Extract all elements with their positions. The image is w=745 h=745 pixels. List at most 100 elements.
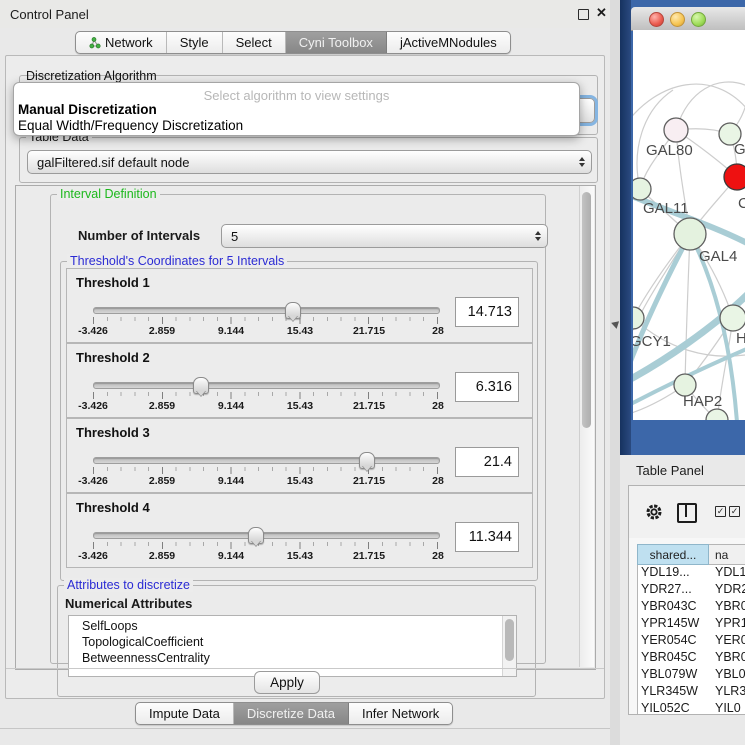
node	[706, 409, 728, 420]
node-label-gal11: GAL11	[643, 200, 689, 217]
threshold-1-slider[interactable]: -3.426 2.859 9.144 15.43 21.715 28	[93, 269, 438, 339]
threshold-row-1: Threshold 1 -3.426 2.859 9.144 15.43 21.…	[66, 268, 533, 343]
threshold-4-slider[interactable]: -3.426 2.859 9.144 15.43 21.715 28	[93, 494, 438, 564]
table-data-group: Table Data galFiltered.sif default node	[19, 137, 598, 183]
thresholds-group: Threshold's Coordinates for 5 Intervals …	[60, 261, 538, 581]
scrollbar-thumb[interactable]	[582, 192, 591, 428]
slider-ticks	[93, 542, 439, 549]
list-item[interactable]: TopologicalCoefficient	[82, 635, 203, 649]
algorithm-dropdown-popup: Select algorithm to view settings Manual…	[13, 82, 580, 136]
table-panel-inner: ✓ ✓ shared... na YDL19...YDL1 YDR27...YD…	[628, 485, 745, 715]
node-label-gal80: GAL80	[646, 142, 693, 159]
tab-network[interactable]: Network	[76, 32, 167, 53]
tab-cyni-toolbox[interactable]: Cyni Toolbox	[286, 32, 387, 53]
discretization-algorithm-label: Discretization Algorithm	[26, 69, 157, 83]
threshold-row-4: Threshold 4 -3.426 2.859 9.144 15.43 21.…	[66, 493, 533, 568]
node-gal4	[674, 218, 706, 250]
threshold-3-slider[interactable]: -3.426 2.859 9.144 15.43 21.715 28	[93, 419, 438, 489]
close-icon[interactable]: ✕	[596, 5, 607, 21]
table-row[interactable]: YIL052CYIL0	[638, 701, 745, 715]
close-light-icon[interactable]	[649, 12, 664, 27]
table-row[interactable]: YBR045CYBR0	[638, 650, 745, 667]
slider-track[interactable]	[93, 382, 440, 389]
slider-tick-labels: -3.426 2.859 9.144 15.43 21.715 28	[93, 475, 438, 487]
tab-impute-data[interactable]: Impute Data	[136, 703, 234, 724]
slider-tick-labels: -3.426 2.859 9.144 15.43 21.715 28	[93, 400, 438, 412]
node-label-gcy1: GCY1	[633, 333, 671, 350]
list-scrollbar[interactable]	[502, 616, 516, 676]
slider-ticks	[93, 392, 439, 399]
float-window-icon[interactable]	[578, 9, 589, 20]
dropdown-option-equal-width-frequency[interactable]: Equal Width/Frequency Discretization	[18, 118, 243, 133]
checkbox-icon[interactable]: ✓	[729, 506, 740, 517]
table-data-combobox[interactable]: galFiltered.sif default node	[27, 150, 592, 174]
tab-style[interactable]: Style	[167, 32, 223, 53]
gear-icon[interactable]	[645, 503, 663, 521]
tab-infer-network[interactable]: Infer Network	[349, 703, 452, 724]
slider-thumb[interactable]	[285, 302, 301, 319]
apply-button[interactable]: Apply	[254, 671, 320, 694]
slider-track[interactable]	[93, 307, 440, 314]
table-panel: Table Panel ✓ ✓ shared... na YDL19...YDL…	[620, 455, 745, 745]
slider-ticks	[93, 467, 439, 474]
node-label-hap2: HAP2	[683, 393, 722, 410]
table-row[interactable]: YDR27...YDR2	[638, 582, 745, 599]
slider-thumb[interactable]	[359, 452, 375, 469]
tab-select[interactable]: Select	[223, 32, 286, 53]
thresholds-group-label: Threshold's Coordinates for 5 Intervals	[67, 254, 287, 268]
minimize-light-icon[interactable]	[670, 12, 685, 27]
number-of-intervals-value: 5	[231, 229, 238, 244]
list-item[interactable]: BetweennessCentrality	[82, 651, 210, 665]
main-tab-bar: Network Style Select Cyni Toolbox jActiv…	[75, 31, 511, 54]
node-gal80	[664, 118, 688, 142]
split-columns-icon[interactable]	[677, 503, 697, 523]
slider-track[interactable]	[93, 532, 440, 539]
number-of-intervals-label: Number of Intervals	[78, 228, 200, 243]
network-window-titlebar[interactable]	[631, 7, 745, 31]
tab-jactivemnodules[interactable]: jActiveMNodules	[387, 32, 510, 53]
divider	[6, 668, 604, 669]
control-panel: Control Panel ✕ Network Style Select Cyn…	[0, 0, 610, 745]
table-rows: YDL19...YDL1 YDR27...YDR2 YBR043CYBR0 YP…	[637, 565, 745, 715]
threshold-row-3: Threshold 3 -3.426 2.859 9.144 15.43 21.…	[66, 418, 533, 493]
panel-title: Control Panel	[10, 7, 89, 22]
zoom-light-icon[interactable]	[691, 12, 706, 27]
mouse-cursor	[610, 319, 619, 329]
table-row[interactable]: YLR345WYLR3	[638, 684, 745, 701]
table-row[interactable]: YER054CYER0	[638, 633, 745, 650]
slider-thumb[interactable]	[193, 377, 209, 394]
table-row[interactable]: YBR043CYBR0	[638, 599, 745, 616]
node-red	[724, 164, 745, 190]
threshold-2-slider[interactable]: -3.426 2.859 9.144 15.43 21.715 28	[93, 344, 438, 414]
node	[720, 305, 745, 331]
column-header-name[interactable]: na	[709, 544, 745, 565]
scrollbar-thumb[interactable]	[505, 619, 514, 661]
table-header-row: shared... na	[637, 544, 745, 565]
divider	[0, 728, 610, 729]
slider-track[interactable]	[93, 457, 440, 464]
list-item[interactable]: SelfLoops	[82, 619, 138, 633]
table-row[interactable]: YDL19...YDL1	[638, 565, 745, 582]
table-row[interactable]: YBL079WYBL0	[638, 667, 745, 684]
threshold-4-value-input[interactable]	[455, 522, 519, 552]
slider-ticks	[93, 317, 439, 324]
threshold-2-value-input[interactable]	[455, 372, 519, 402]
node-label-partial: H	[736, 330, 745, 347]
slider-thumb[interactable]	[248, 527, 264, 544]
numerical-attributes-label: Numerical Attributes	[65, 596, 192, 611]
dropdown-option-manual-discretization[interactable]: Manual Discretization	[18, 102, 157, 117]
table-toolbar: ✓ ✓	[629, 486, 745, 538]
node-label-gal4: GAL4	[699, 248, 737, 265]
attributes-group-label: Attributes to discretize	[64, 578, 193, 592]
threshold-1-value-input[interactable]	[455, 297, 519, 327]
tab-network-label: Network	[105, 35, 153, 50]
network-canvas[interactable]: GAL80 G. C GAL11 GAL4 GCY1 H HAP2	[633, 30, 745, 420]
number-of-intervals-combobox[interactable]: 5	[221, 224, 548, 248]
checkbox-icon[interactable]: ✓	[715, 506, 726, 517]
column-header-shared-name[interactable]: shared...	[637, 544, 709, 565]
threshold-3-value-input[interactable]	[455, 447, 519, 477]
table-data-value: galFiltered.sif default node	[37, 155, 189, 170]
tab-discretize-data[interactable]: Discretize Data	[234, 703, 349, 724]
vertical-scrollbar[interactable]	[579, 186, 594, 667]
table-row[interactable]: YPR145WYPR1	[638, 616, 745, 633]
